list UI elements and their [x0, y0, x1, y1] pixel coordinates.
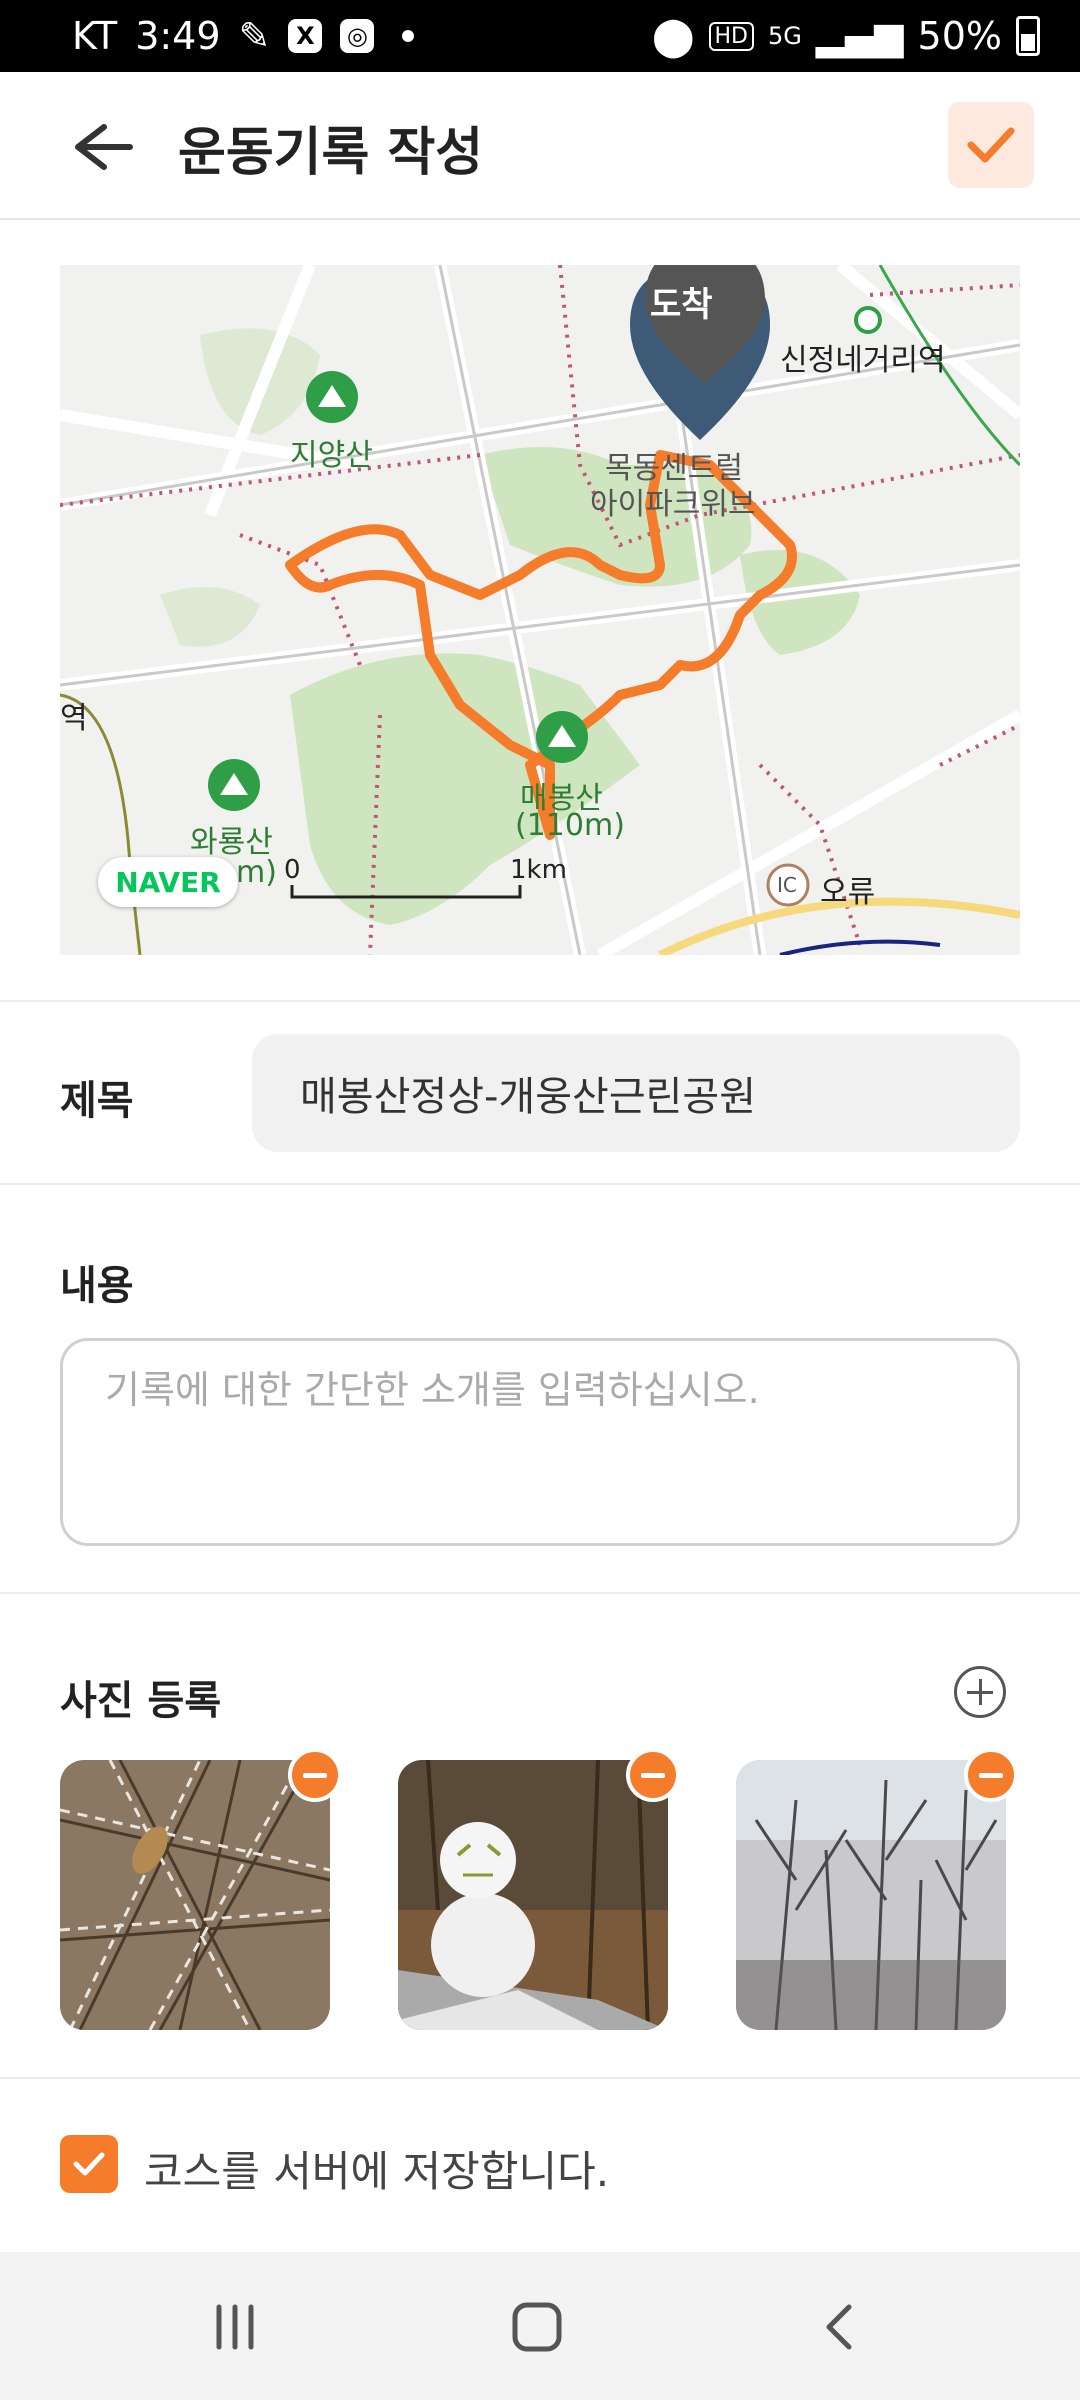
back-button[interactable]: [60, 112, 140, 182]
ic-label: IC: [777, 873, 797, 897]
network-type: 5G: [767, 22, 802, 50]
photo-section-label: 사진 등록: [60, 1678, 222, 1724]
status-bar: KT 3:49 ✎ X ◎ ⬤ HD 5G ▂▄▆ 50%: [0, 0, 1080, 72]
check-icon: [73, 2152, 105, 2176]
app-bar: 운동기록 작성: [0, 72, 1080, 220]
save-course-checkbox[interactable]: [60, 2135, 118, 2193]
home-icon: [512, 2302, 562, 2352]
system-back-button[interactable]: [796, 2292, 886, 2362]
photo-thumbnail[interactable]: [736, 1760, 1006, 2030]
oryu-label: 오류: [820, 875, 876, 910]
winter-trees-photo: [736, 1760, 1006, 2030]
divider: [0, 1592, 1080, 1594]
title-label: 제목: [60, 1078, 134, 1124]
scale-end: 1km: [510, 855, 567, 885]
divider: [0, 2077, 1080, 2079]
confirm-button[interactable]: [948, 102, 1034, 188]
signal-icon: ▂▄▆: [815, 14, 904, 58]
photo-thumbnail[interactable]: [60, 1760, 330, 2030]
battery-icon: [1016, 16, 1040, 56]
x-app-icon: X: [288, 19, 323, 53]
home-button[interactable]: [492, 2292, 582, 2362]
mountain-label-maebong-height: (110m): [515, 808, 625, 843]
title-input[interactable]: 매봉산정상-개웅산근린공원: [252, 1034, 1020, 1152]
remove-photo-button[interactable]: [964, 1748, 1018, 1802]
content-label: 내용: [60, 1263, 134, 1309]
recent-apps-icon: [216, 2304, 254, 2350]
system-nav-bar: [0, 2252, 1080, 2400]
save-course-label[interactable]: 코스를 서버에 저장합니다.: [144, 2138, 609, 2199]
route-map[interactable]: 도착 신정네거리역 지양산 목동센트럴 아이파크위브 매봉산 (110m) 와룡…: [60, 265, 1020, 955]
remove-photo-button[interactable]: [288, 1748, 342, 1802]
location-icon: ⬤: [651, 14, 695, 58]
check-icon: [967, 127, 1015, 163]
snowman-photo: [398, 1760, 668, 2030]
remove-photo-button[interactable]: [626, 1748, 680, 1802]
clock: 3:49: [135, 14, 221, 58]
page-title: 운동기록 작성: [178, 123, 484, 183]
arrow-left-icon: [75, 124, 133, 170]
snowy-branches-photo: [60, 1760, 330, 2030]
arrival-marker[interactable]: 도착: [650, 277, 713, 326]
mountain-label-jiyang: 지양산: [290, 438, 373, 473]
app-notification-icon: ✎: [238, 14, 271, 58]
mountain-label-wawryong-height: m): [236, 855, 277, 890]
hd-icon: HD: [708, 21, 754, 51]
chevron-left-icon: [826, 2304, 852, 2350]
content-input[interactable]: [60, 1338, 1020, 1546]
status-right: ⬤ HD 5G ▂▄▆ 50%: [652, 14, 1040, 58]
photo-thumbnail[interactable]: [398, 1760, 668, 2030]
apartment-label-2: 아이파크위브: [590, 487, 756, 522]
recent-apps-button[interactable]: [190, 2292, 280, 2362]
add-photo-button[interactable]: [954, 1666, 1006, 1718]
scale-start: 0: [284, 855, 301, 885]
map-edge-label: 역: [60, 701, 88, 736]
compass-app-icon: ◎: [340, 19, 375, 53]
naver-logo[interactable]: NAVER: [98, 857, 238, 907]
more-notifications-icon: [402, 30, 415, 42]
divider: [0, 1183, 1080, 1185]
divider: [0, 1000, 1080, 1002]
status-left: KT 3:49 ✎ X ◎: [72, 14, 415, 58]
battery-percent: 50%: [917, 14, 1002, 58]
station-label: 신정네거리역: [780, 343, 946, 378]
carrier-label: KT: [72, 14, 118, 58]
